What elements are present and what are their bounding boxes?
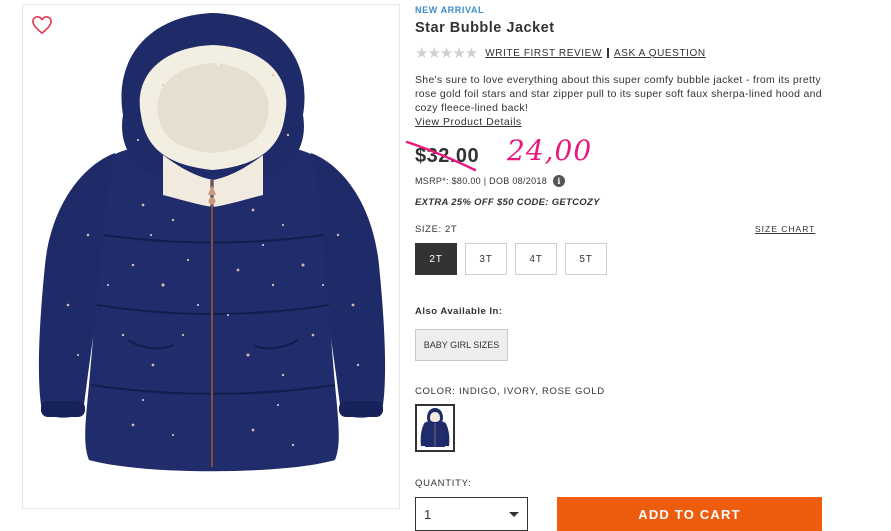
msrp-info: MSRP*: $80.00 | DOB 08/2018 i: [415, 175, 566, 187]
divider: [606, 48, 609, 58]
color-label: COLOR: INDIGO, IVORY, ROSE GOLD: [415, 386, 605, 397]
original-price: $32.00: [415, 145, 480, 167]
size-label: SIZE: 2T: [415, 224, 458, 235]
sale-price: 24,00: [507, 134, 593, 167]
product-title: Star Bubble Jacket: [415, 20, 555, 36]
heart-icon[interactable]: [31, 15, 53, 35]
size-option-4t[interactable]: 4T: [515, 243, 557, 275]
msrp-text: MSRP*: $80.00 | DOB 08/2018: [415, 176, 548, 186]
size-option-5t[interactable]: 5T: [565, 243, 607, 275]
size-chart-link[interactable]: SIZE CHART: [755, 224, 815, 234]
star-rating-icon: ★★★★★: [415, 44, 478, 62]
write-review-link[interactable]: WRITE FIRST REVIEW: [485, 48, 602, 59]
color-swatch-indigo[interactable]: [415, 404, 455, 452]
promo-text: EXTRA 25% OFF $50 CODE: GETCOZY: [415, 197, 600, 208]
add-to-cart-button[interactable]: ADD TO CART: [557, 497, 822, 531]
quantity-label: QUANTITY:: [415, 478, 472, 489]
new-arrival-badge: NEW ARRIVAL: [415, 5, 485, 15]
swatch-thumbnail: [420, 408, 450, 447]
product-image[interactable]: [23, 5, 400, 509]
size-options: 2T 3T 4T 5T: [415, 243, 607, 275]
quantity-select[interactable]: 1: [415, 497, 528, 531]
product-description: She's sure to love everything about this…: [415, 74, 822, 114]
also-available-label: Also Available In:: [415, 306, 503, 317]
rating-row: ★★★★★ WRITE FIRST REVIEW ASK A QUESTION: [415, 44, 706, 62]
size-option-2t[interactable]: 2T: [415, 243, 457, 275]
baby-girl-sizes-button[interactable]: BABY GIRL SIZES: [415, 329, 508, 361]
info-icon[interactable]: i: [553, 175, 566, 187]
quantity-value: 1: [424, 506, 432, 522]
chevron-down-icon: [509, 511, 519, 517]
view-details-link[interactable]: View Product Details: [415, 116, 522, 128]
product-image-panel: [22, 4, 400, 509]
ask-question-link[interactable]: ASK A QUESTION: [614, 48, 706, 59]
size-option-3t[interactable]: 3T: [465, 243, 507, 275]
